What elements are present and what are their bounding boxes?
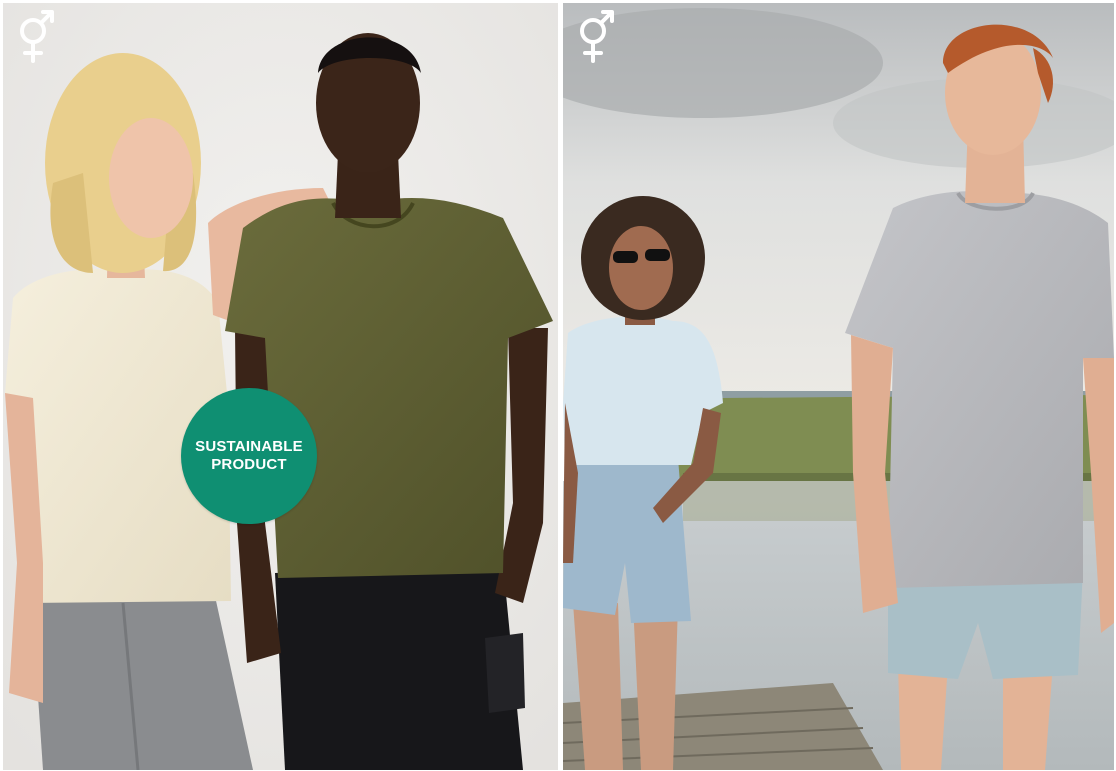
product-photo-lake: [563, 3, 1114, 770]
lake-photo-scene: [563, 3, 1114, 770]
product-photo-studio: SUSTAINABLE PRODUCT: [3, 3, 558, 770]
badge-line-1: SUSTAINABLE: [195, 438, 303, 455]
badge-line-2: PRODUCT: [211, 456, 287, 473]
unisex-icon: [580, 10, 614, 63]
unisex-icon: [20, 10, 54, 63]
studio-photo-scene: [3, 3, 558, 770]
sustainable-product-badge: SUSTAINABLE PRODUCT: [181, 388, 317, 524]
